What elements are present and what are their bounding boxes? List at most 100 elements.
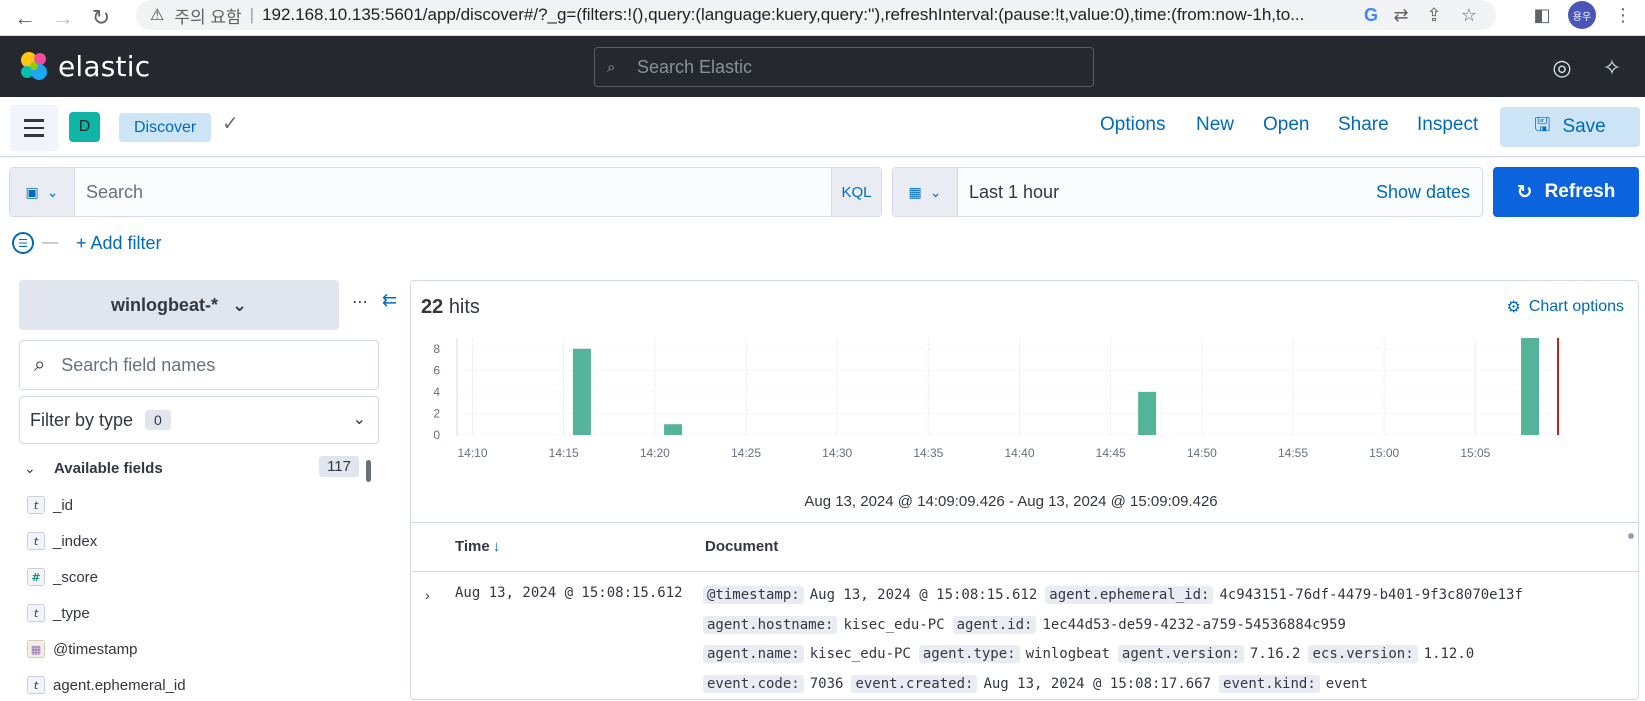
time-range-label: Aug 13, 2024 @ 14:09:09.426 - Aug 13, 20…: [804, 493, 1218, 510]
add-filter-button[interactable]: + Add filter: [76, 233, 162, 254]
y-tick-label: 0: [433, 428, 440, 442]
address-bar[interactable]: ⚠ 주의 요함 | 192.168.10.135:5601/app/discov…: [136, 0, 1496, 30]
share-icon[interactable]: ⇪: [1419, 0, 1449, 30]
google-icon[interactable]: G: [1356, 0, 1386, 30]
sidebar-scrollbar[interactable]: [366, 460, 371, 482]
field-item[interactable]: t agent.ephemeral_id: [27, 674, 186, 696]
field-value: 1ec44d53-de59-4232-a759-54536884c959: [1042, 616, 1346, 633]
x-tick-label: 15:00: [1369, 446, 1399, 460]
hits-counter: 22 hits: [421, 296, 480, 319]
chevron-down-icon: ⌄: [352, 411, 366, 428]
sidepanel-icon[interactable]: ◧: [1527, 0, 1557, 30]
document-line: agent.hostname: kisec_edu-PC agent.id: 1ec4…: [703, 611, 1603, 641]
hits-count: 22: [421, 296, 444, 318]
help-icon[interactable]: ◎: [1550, 55, 1574, 80]
field-key: agent.name:: [703, 645, 804, 663]
refresh-button[interactable]: ↻ Refresh: [1493, 167, 1639, 217]
index-pattern-selector[interactable]: winlogbeat-* ⌄: [19, 280, 339, 330]
panel-scrollbar[interactable]: [1628, 533, 1634, 539]
field-value: kisec_edu-PC: [843, 616, 945, 633]
row-document: @timestamp: Aug 13, 2024 @ 15:08:15.612 ag…: [703, 581, 1603, 699]
column-time[interactable]: Time ↓: [455, 538, 500, 555]
field-item[interactable]: t _id: [27, 494, 73, 516]
kql-language-button[interactable]: KQL: [831, 168, 881, 216]
divider: |: [249, 5, 255, 24]
open-link[interactable]: Open: [1263, 114, 1309, 136]
app-menu-bar: D Discover ✓ Options New Open Share Insp…: [0, 97, 1645, 157]
x-tick-label: 14:20: [640, 446, 670, 460]
histogram-bar: [1138, 391, 1157, 435]
saved-query-button[interactable]: ▣ ⌄: [10, 168, 75, 216]
elastic-logo-icon[interactable]: [18, 50, 50, 82]
x-tick-label: 15:05: [1460, 446, 1490, 460]
results-panel: 0 2 4 6 8 14:10 14:15 14:20 14:25 14:30 14:35 14:40…: [410, 280, 1639, 700]
field-item[interactable]: t _type: [27, 602, 90, 624]
chart-options-button[interactable]: ⚙ Chart options: [1506, 297, 1624, 317]
field-value: winlogbeat: [1025, 646, 1110, 662]
x-tick-label: 14:10: [457, 446, 487, 460]
space-avatar[interactable]: D: [69, 112, 100, 142]
check-icon: ✓: [222, 113, 239, 135]
options-link[interactable]: Options: [1100, 114, 1165, 136]
newsfeed-icon[interactable]: ✧: [1600, 55, 1624, 80]
string-type-icon: t: [27, 604, 45, 622]
refresh-label: Refresh: [1544, 181, 1616, 202]
reload-icon[interactable]: ↻: [86, 0, 116, 36]
field-name: _index: [53, 532, 98, 550]
field-search-input[interactable]: ⌕ Search field names: [19, 340, 379, 390]
filter-count-badge: 0: [145, 410, 171, 430]
sort-arrow-icon: ↓: [492, 538, 501, 555]
string-type-icon: t: [27, 676, 45, 694]
global-search-input[interactable]: ⌕ Search Elastic: [594, 47, 1094, 87]
histogram-chart[interactable]: 0 2 4 6 8 14:10 14:15 14:20 14:25 14:30 14:35 14:40…: [411, 281, 1639, 521]
breadcrumb-discover[interactable]: Discover: [119, 113, 212, 142]
forward-icon[interactable]: →: [48, 0, 78, 36]
table-row: › Aug 13, 2024 @ 15:08:15.612 @timestamp…: [411, 573, 1638, 699]
refresh-icon: ↻: [1516, 181, 1533, 203]
new-link[interactable]: New: [1196, 114, 1234, 136]
saved-query-icon: ▣: [25, 183, 39, 200]
save-icon: 🖫: [1534, 115, 1551, 136]
string-type-icon: t: [27, 496, 45, 514]
field-item[interactable]: t _index: [27, 530, 97, 552]
profile-avatar[interactable]: 용우: [1568, 1, 1596, 29]
filter-by-type-button[interactable]: Filter by type 0 ⌄: [19, 396, 379, 444]
filter-row: ☰ — + Add filter: [12, 230, 162, 256]
share-link[interactable]: Share: [1338, 114, 1389, 136]
time-picker: ▦ ⌄ Last 1 hour Show dates: [892, 167, 1483, 217]
chart-options-label: Chart options: [1528, 298, 1624, 315]
available-fields-toggle[interactable]: ⌄ Available fields 117: [24, 456, 359, 480]
expand-row-icon[interactable]: ›: [425, 587, 430, 603]
time-range-value[interactable]: Last 1 hour: [969, 182, 1059, 203]
chevron-down-icon: ⌄: [231, 294, 248, 315]
collapse-sidebar-icon[interactable]: ⇇: [382, 290, 397, 311]
field-name: _id: [53, 496, 74, 514]
field-value: kisec_edu-PC: [809, 646, 911, 662]
x-tick-label: 14:15: [549, 446, 579, 460]
search-icon: ⌕: [34, 353, 46, 376]
show-dates-link[interactable]: Show dates: [1376, 182, 1470, 203]
save-button[interactable]: 🖫 Save: [1500, 107, 1640, 147]
bookmark-star-icon[interactable]: ☆: [1454, 0, 1484, 30]
field-item[interactable]: ▦ @timestamp: [27, 638, 137, 660]
hamburger-menu-button[interactable]: [10, 105, 58, 151]
field-name: @timestamp: [53, 640, 138, 658]
global-search-placeholder: Search Elastic: [637, 56, 753, 77]
field-key: event.created:: [851, 674, 978, 693]
quick-menu-button[interactable]: ▦ ⌄: [893, 168, 958, 216]
back-icon[interactable]: ←: [10, 0, 40, 36]
more-options-icon[interactable]: ⋯: [352, 292, 369, 312]
field-value: 4c943151-76df-4479-b401-9f3c8070e13f: [1219, 587, 1523, 603]
inspect-link[interactable]: Inspect: [1417, 114, 1478, 136]
translate-icon[interactable]: ⇄: [1386, 0, 1416, 30]
number-type-icon: #: [27, 568, 45, 586]
filter-menu-icon[interactable]: ☰: [12, 232, 34, 254]
field-key: agent.version:: [1117, 645, 1244, 663]
x-tick-label: 14:45: [1096, 446, 1126, 460]
query-input[interactable]: Search: [86, 182, 143, 203]
calendar-icon: ▦: [908, 183, 922, 200]
document-line: @timestamp: Aug 13, 2024 @ 15:08:15.612 ag…: [703, 581, 1603, 611]
more-vert-icon[interactable]: ⋮: [1608, 0, 1638, 30]
field-item[interactable]: # _score: [27, 566, 98, 588]
field-name: agent.ephemeral_id: [53, 676, 186, 694]
